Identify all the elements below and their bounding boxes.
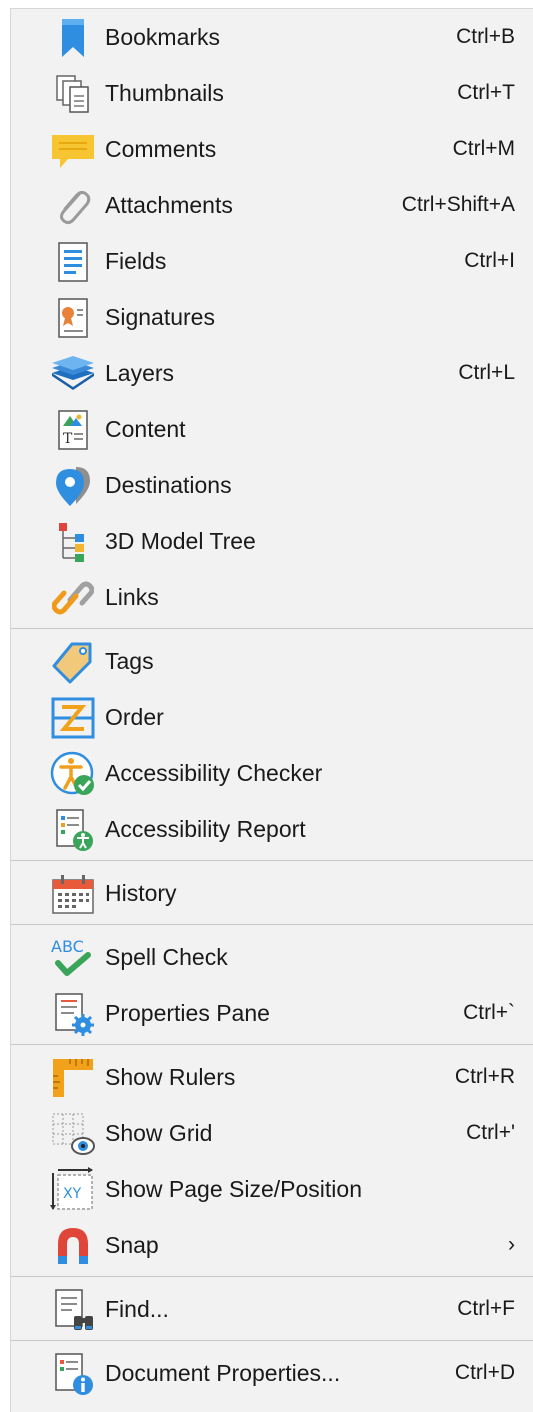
menu-separator: [11, 1044, 533, 1045]
menu-item-content[interactable]: T Content: [11, 401, 533, 457]
model-tree-icon: [49, 519, 97, 565]
menu-item-label: Show Grid: [105, 1119, 213, 1146]
svg-text:ABC: ABC: [51, 937, 84, 956]
menu-item-tags[interactable]: Tags: [11, 633, 533, 689]
menu-item-label: Accessibility Checker: [105, 759, 323, 786]
accessibility-checker-icon: [49, 751, 97, 797]
find-icon: [49, 1287, 97, 1333]
menu-item-shortcut: Ctrl+M: [452, 137, 515, 160]
menu-separator: [11, 860, 533, 861]
menu-item-3d-model-tree[interactable]: 3D Model Tree: [11, 513, 533, 569]
layers-icon: [49, 351, 97, 397]
signature-icon: [49, 295, 97, 341]
menu-item-label: Find...: [105, 1295, 169, 1322]
submenu-arrow-icon: ›: [508, 1233, 515, 1256]
menu-item-show-grid[interactable]: Show Grid Ctrl+': [11, 1105, 533, 1161]
menu-item-label: Thumbnails: [105, 79, 224, 106]
menu-item-label: Content: [105, 415, 186, 442]
svg-text:XY: XY: [63, 1186, 82, 1202]
menu-separator: [11, 1276, 533, 1277]
menu-item-attachments[interactable]: Attachments Ctrl+Shift+A: [11, 177, 533, 233]
menu-item-label: Tags: [105, 647, 154, 674]
tag-icon: [49, 639, 97, 685]
menu-item-snap[interactable]: Snap ›: [11, 1217, 533, 1273]
fields-icon: [49, 239, 97, 285]
menu-item-label: Order: [105, 703, 164, 730]
menu-item-show-rulers[interactable]: Show Rulers Ctrl+R: [11, 1049, 533, 1105]
menu-item-find[interactable]: Find... Ctrl+F: [11, 1281, 533, 1337]
menu-item-label: Bookmarks: [105, 23, 221, 50]
menu-separator: [11, 924, 533, 925]
menu-item-label: Fields: [105, 247, 167, 274]
menu-item-links[interactable]: Links: [11, 569, 533, 625]
menu-item-signatures[interactable]: Signatures: [11, 289, 533, 345]
bookmark-icon: [49, 15, 97, 61]
accessibility-report-icon: [49, 807, 97, 853]
menu-item-fields[interactable]: Fields Ctrl+I: [11, 233, 533, 289]
menu-item-label: Properties Pane: [105, 999, 270, 1026]
svg-text:T: T: [63, 431, 73, 447]
menu-item-bookmarks[interactable]: Bookmarks Ctrl+B: [11, 9, 533, 65]
page-size-icon: XY: [49, 1167, 97, 1213]
grid-icon: [49, 1111, 97, 1157]
menu-item-label: Signatures: [105, 303, 215, 330]
menu-item-label: Accessibility Report: [105, 815, 306, 842]
menu-item-label: Snap: [105, 1231, 159, 1258]
link-icon: [49, 575, 97, 621]
menu-item-order[interactable]: Order: [11, 689, 533, 745]
menu-item-label: Attachments: [105, 191, 233, 218]
menu-item-history[interactable]: History: [11, 865, 533, 921]
calendar-icon: [49, 871, 97, 917]
menu-item-accessibility-checker[interactable]: Accessibility Checker: [11, 745, 533, 801]
menu-item-label: Show Rulers: [105, 1063, 236, 1090]
menu-item-shortcut: Ctrl+': [466, 1121, 515, 1144]
menu-item-label: Layers: [105, 359, 175, 386]
menu-item-label: Comments: [105, 135, 217, 162]
context-menu: Bookmarks Ctrl+B Thumbnails Ctrl+T Comments C…: [10, 8, 533, 1412]
thumbnails-icon: [49, 71, 97, 117]
menu-item-accessibility-report[interactable]: Accessibility Report: [11, 801, 533, 857]
content-icon: T: [49, 407, 97, 453]
paperclip-icon: [49, 183, 97, 229]
menu-item-shortcut: Ctrl+F: [457, 1297, 515, 1320]
menu-item-shortcut: Ctrl+D: [454, 1361, 515, 1384]
menu-item-shortcut: Ctrl+`: [463, 1001, 515, 1024]
menu-item-destinations[interactable]: Destinations: [11, 457, 533, 513]
menu-item-comments[interactable]: Comments Ctrl+M: [11, 121, 533, 177]
menu-item-label: 3D Model Tree: [105, 527, 256, 554]
menu-separator: [11, 628, 533, 629]
menu-item-shortcut: Ctrl+L: [458, 361, 515, 384]
menu-item-label: Spell Check: [105, 943, 228, 970]
menu-item-label: Destinations: [105, 471, 232, 498]
spell-check-icon: ABC: [49, 935, 97, 981]
menu-item-shortcut: Ctrl+T: [457, 81, 515, 104]
menu-item-shortcut: Ctrl+B: [456, 25, 515, 48]
menu-item-document-properties[interactable]: Document Properties... Ctrl+D: [11, 1345, 533, 1401]
properties-icon: [49, 991, 97, 1037]
order-icon: [49, 695, 97, 741]
ruler-icon: [49, 1055, 97, 1101]
menu-item-shortcut: Ctrl+Shift+A: [401, 193, 515, 216]
menu-separator: [11, 1340, 533, 1341]
menu-item-label: Show Page Size/Position: [105, 1175, 362, 1202]
menu-item-thumbnails[interactable]: Thumbnails Ctrl+T: [11, 65, 533, 121]
menu-item-shortcut: Ctrl+I: [464, 249, 515, 272]
menu-item-spell-check[interactable]: ABC Spell Check: [11, 929, 533, 985]
menu-item-label: Links: [105, 583, 159, 610]
menu-item-show-page-size-position[interactable]: XY Show Page Size/Position: [11, 1161, 533, 1217]
document-info-icon: [49, 1351, 97, 1397]
destination-pin-icon: [49, 463, 97, 509]
menu-item-properties-pane[interactable]: Properties Pane Ctrl+`: [11, 985, 533, 1041]
comment-icon: [49, 127, 97, 173]
menu-item-label: History: [105, 879, 177, 906]
menu-item-layers[interactable]: Layers Ctrl+L: [11, 345, 533, 401]
menu-item-shortcut: Ctrl+R: [454, 1065, 515, 1088]
menu-item-label: Document Properties...: [105, 1359, 341, 1386]
magnet-icon: [49, 1223, 97, 1269]
